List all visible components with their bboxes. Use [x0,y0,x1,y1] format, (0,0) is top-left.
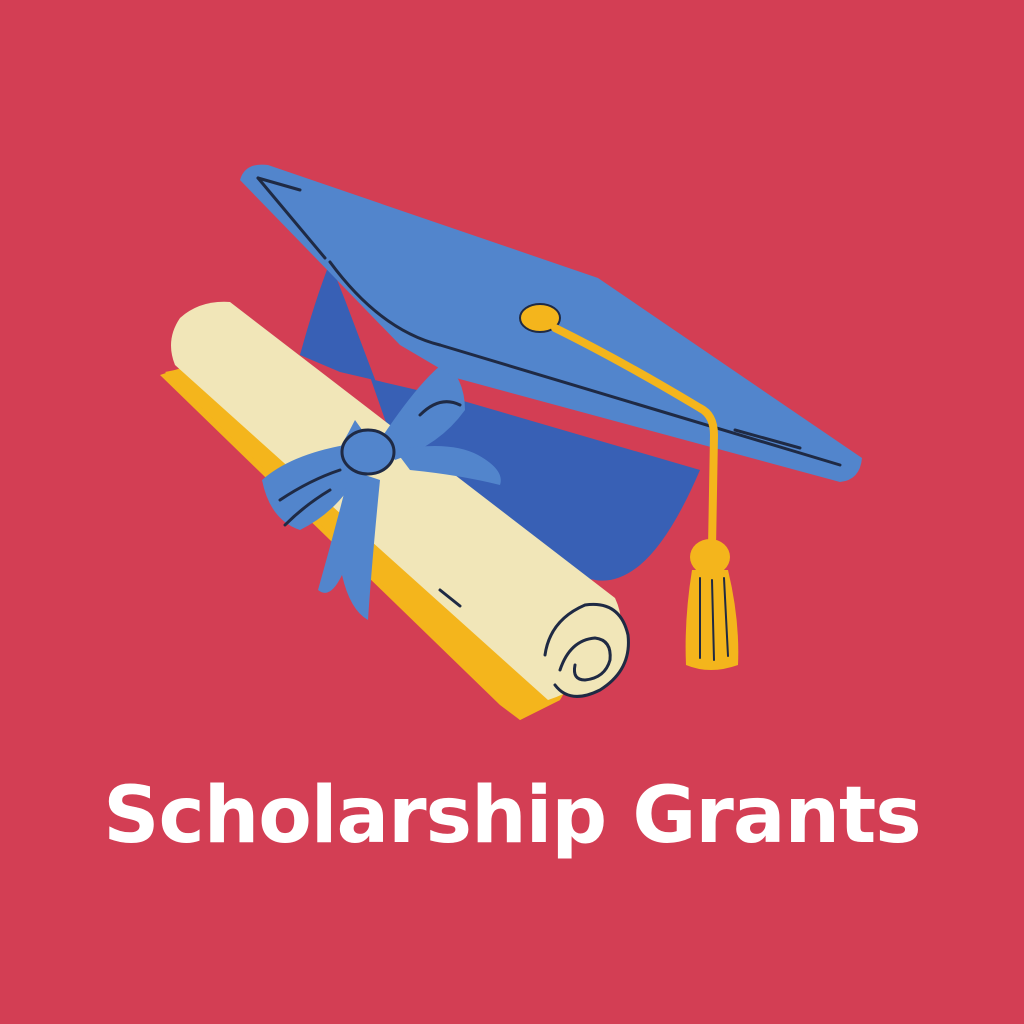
poster-canvas: Scholarship Grants [0,0,1024,1024]
page-title: Scholarship Grants [103,771,921,861]
graduation-illustration [160,164,862,720]
